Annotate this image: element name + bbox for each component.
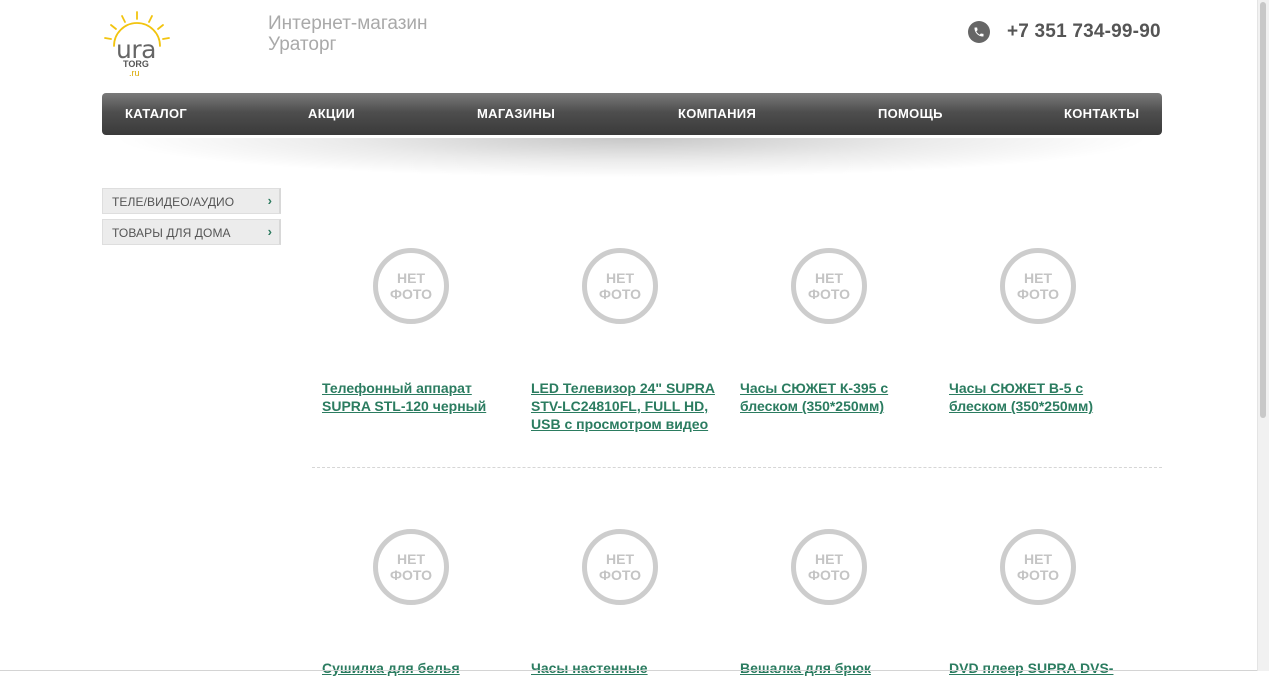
product-title-link[interactable]: Часы СЮЖЕТ К-395 с блеском (350*250мм) [740,379,925,415]
no-photo-placeholder[interactable]: НЕТ ФОТО [373,529,449,605]
logo-domain: .ru [129,68,140,78]
main-nav: КАТАЛОГ АКЦИИ МАГАЗИНЫ КОМПАНИЯ ПОМОЩЬ К… [102,93,1162,135]
nav-item-stores[interactable]: МАГАЗИНЫ [477,93,555,135]
nav-item-company[interactable]: КОМПАНИЯ [678,93,756,135]
no-photo-placeholder[interactable]: НЕТ ФОТО [791,248,867,324]
no-photo-placeholder[interactable]: НЕТ ФОТО [582,529,658,605]
phone-number[interactable]: +7 351 734-99-90 [1007,21,1161,43]
no-photo-placeholder[interactable]: НЕТ ФОТО [1000,529,1076,605]
scrollbar-thumb[interactable] [1260,2,1266,418]
sidebar-item-home-goods[interactable]: ТОВАРЫ ДЛЯ ДОМА › [102,219,281,245]
no-photo-line2: ФОТО [599,567,641,583]
vertical-scrollbar[interactable] [1257,0,1269,671]
sidebar-item-label: ТЕЛЕ/ВИДЕО/АУДИО [112,195,235,209]
no-photo-line1: НЕТ [1024,551,1052,567]
product-title-link[interactable]: DVD плеер SUPRA DVS- [949,659,1134,677]
product-title-link[interactable]: Часы настенные [531,659,716,677]
sidebar-item-label: ТОВАРЫ ДЛЯ ДОМА [112,226,231,240]
nav-item-catalog[interactable]: КАТАЛОГ [125,93,187,135]
no-photo-line2: ФОТО [1017,567,1059,583]
nav-item-promotions[interactable]: АКЦИИ [308,93,355,135]
phone-icon [968,21,990,43]
no-photo-line1: НЕТ [606,551,634,567]
no-photo-line1: НЕТ [1024,270,1052,286]
nav-item-help[interactable]: ПОМОЩЬ [878,93,943,135]
no-photo-line1: НЕТ [815,270,843,286]
row-divider [312,467,1162,468]
site-logo[interactable]: ura TORG .ru [104,10,170,80]
product-title-link[interactable]: Телефонный аппарат SUPRA STL-120 черный [322,379,507,415]
product-title-link[interactable]: Часы СЮЖЕТ В-5 с блеском (350*250мм) [949,379,1134,415]
no-photo-placeholder[interactable]: НЕТ ФОТО [791,529,867,605]
no-photo-line2: ФОТО [808,286,850,302]
no-photo-line1: НЕТ [397,551,425,567]
product-title-link[interactable]: LED Телевизор 24" SUPRA STV-LC24810FL, F… [531,379,716,433]
chevron-right-icon: › [267,224,272,239]
nav-shadow [110,138,1154,178]
no-photo-line1: НЕТ [815,551,843,567]
product-title-link[interactable]: Сушилка для белья [322,659,507,677]
shop-name: Интернет-магазин Ураторг [268,13,428,55]
phone-block[interactable]: +7 351 734-99-90 [968,21,1161,43]
no-photo-line2: ФОТО [390,567,432,583]
no-photo-placeholder[interactable]: НЕТ ФОТО [1000,248,1076,324]
no-photo-line2: ФОТО [390,286,432,302]
no-photo-placeholder[interactable]: НЕТ ФОТО [373,248,449,324]
product-title-link[interactable]: Вешалка для брюк [740,659,925,677]
chevron-right-icon: › [267,193,272,208]
no-photo-line2: ФОТО [808,567,850,583]
no-photo-line1: НЕТ [397,270,425,286]
no-photo-line2: ФОТО [599,286,641,302]
no-photo-line1: НЕТ [606,270,634,286]
sidebar-item-tv-video-audio[interactable]: ТЕЛЕ/ВИДЕО/АУДИО › [102,188,281,214]
nav-item-contacts[interactable]: КОНТАКТЫ [1064,93,1139,135]
shop-name-line1: Интернет-магазин [268,13,428,34]
no-photo-placeholder[interactable]: НЕТ ФОТО [582,248,658,324]
shop-name-line2: Ураторг [268,34,337,55]
no-photo-line2: ФОТО [1017,286,1059,302]
